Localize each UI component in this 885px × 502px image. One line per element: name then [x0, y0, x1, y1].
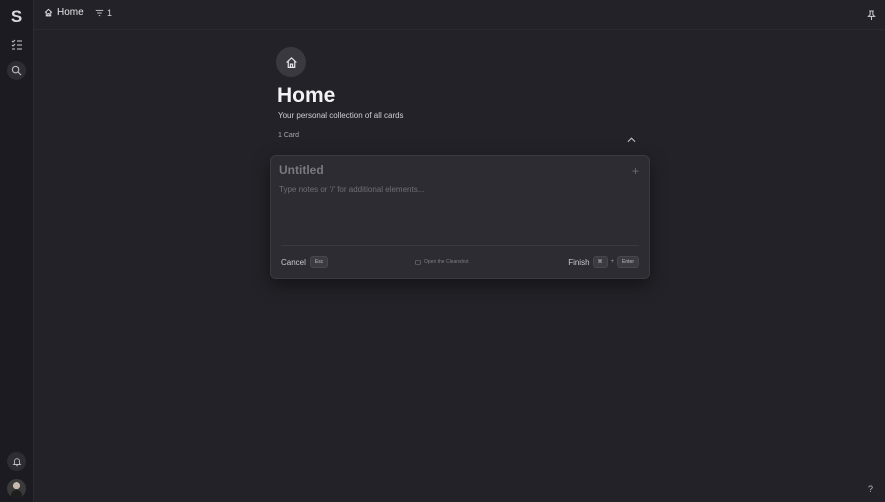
breadcrumb-label: Home [57, 7, 84, 18]
breadcrumb[interactable]: Home [44, 7, 84, 18]
cmd-key-badge: ⌘ [592, 256, 608, 268]
plus-icon[interactable]: + [632, 164, 639, 178]
finish-button[interactable]: Finish ⌘ + Enter [568, 256, 639, 268]
new-card-editor: Untitled + Type notes or '/' for additio… [270, 155, 650, 279]
bell-icon[interactable] [7, 452, 26, 471]
sidebar: S [0, 0, 34, 502]
screenshot-icon [415, 259, 421, 265]
card-title-input[interactable]: Untitled [279, 163, 324, 177]
page-subtitle: Your personal collection of all cards [278, 111, 404, 120]
chevron-up-icon[interactable] [627, 130, 636, 148]
cancel-label: Cancel [281, 257, 306, 267]
plus-separator: + [610, 259, 615, 265]
finish-label: Finish [568, 257, 590, 267]
topbar: Home 1 [34, 0, 885, 30]
help-button[interactable]: ? [868, 484, 873, 494]
cleanshot-label: Open the Cleanshot [424, 259, 469, 265]
filter-button[interactable]: 1 [95, 8, 112, 18]
card-notes-input[interactable]: Type notes or '/' for additional element… [279, 185, 424, 194]
pin-icon[interactable] [867, 8, 876, 26]
esc-key-badge: Esc [309, 256, 329, 268]
avatar[interactable] [7, 479, 26, 498]
search-icon[interactable] [7, 61, 26, 80]
checklist-icon[interactable] [7, 35, 26, 54]
filter-icon [95, 9, 104, 17]
page-title: Home [277, 84, 336, 107]
cancel-button[interactable]: Cancel Esc [281, 256, 329, 268]
cleanshot-button[interactable]: Open the Cleanshot [415, 259, 468, 265]
card-count: 1 Card [278, 132, 300, 139]
filter-count: 1 [107, 8, 113, 18]
divider [281, 245, 639, 246]
app-logo[interactable]: S [7, 7, 26, 26]
home-icon [44, 8, 53, 17]
home-icon [276, 47, 306, 77]
enter-key-badge: Enter [617, 256, 639, 268]
